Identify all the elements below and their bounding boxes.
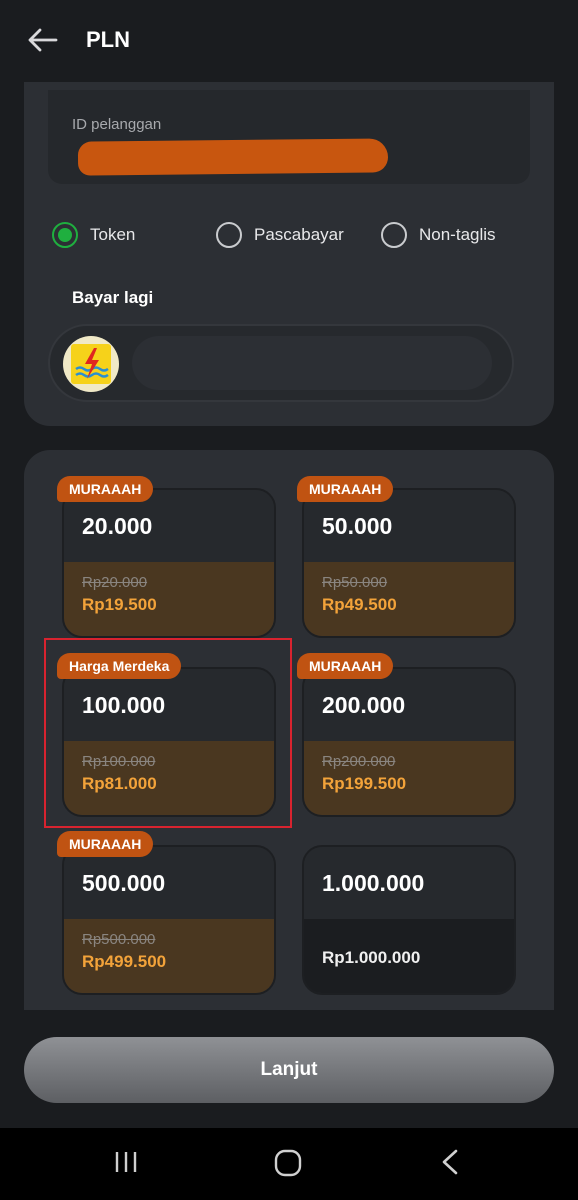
product-price-area: Rp50.000 Rp49.500 bbox=[304, 562, 514, 636]
radio-token-label: Token bbox=[90, 225, 136, 244]
discount-price: Rp199.500 bbox=[322, 774, 407, 793]
product-denomination: 500.000 bbox=[64, 847, 274, 919]
promo-badge: MURAAAH bbox=[57, 476, 154, 502]
arrow-left-icon[interactable] bbox=[26, 26, 58, 54]
recent-apps-icon[interactable] bbox=[112, 1148, 140, 1176]
customer-id-label: ID pelanggan bbox=[72, 116, 162, 133]
product-denomination: 200.000 bbox=[304, 669, 514, 741]
promo-badge: MURAAAH bbox=[297, 476, 394, 502]
customer-card: ID pelanggan Token Pascabayar Non-taglis… bbox=[24, 82, 554, 426]
product-tile-50000[interactable]: 50.000 Rp50.000 Rp49.500 bbox=[302, 488, 516, 638]
home-icon[interactable] bbox=[273, 1148, 303, 1178]
original-price: Rp50.000 bbox=[322, 574, 388, 591]
original-price: Rp20.000 bbox=[82, 574, 148, 591]
radio-unselected-icon bbox=[216, 222, 242, 248]
app-header: PLN bbox=[0, 0, 578, 82]
product-tile-500000[interactable]: 500.000 Rp500.000 Rp499.500 bbox=[62, 845, 276, 995]
product-price-area: Rp200.000 Rp199.500 bbox=[304, 741, 514, 815]
product-price: Rp1.000.000 bbox=[322, 948, 421, 967]
customer-id-field[interactable]: ID pelanggan bbox=[48, 90, 530, 184]
radio-non-taglis[interactable]: Non-taglis bbox=[381, 222, 496, 248]
product-tile-20000[interactable]: 20.000 Rp20.000 Rp19.500 bbox=[62, 488, 276, 638]
back-icon[interactable] bbox=[438, 1148, 462, 1176]
promo-badge: MURAAAH bbox=[57, 831, 154, 857]
original-price: Rp500.000 bbox=[82, 931, 156, 948]
discount-price: Rp19.500 bbox=[82, 595, 157, 614]
promo-badge: MURAAAH bbox=[297, 653, 394, 679]
system-nav-bar bbox=[0, 1128, 578, 1200]
radio-selected-icon bbox=[52, 222, 78, 248]
pay-again-details bbox=[132, 336, 492, 390]
redacted-customer-id bbox=[77, 138, 389, 176]
radio-non-taglis-label: Non-taglis bbox=[419, 225, 496, 244]
continue-button[interactable]: Lanjut bbox=[24, 1037, 554, 1103]
product-tile-1000000[interactable]: 1.000.000 Rp1.000.000 bbox=[302, 845, 516, 995]
radio-pascabayar-label: Pascabayar bbox=[254, 225, 344, 244]
product-price-area: Rp20.000 Rp19.500 bbox=[64, 562, 274, 636]
discount-price: Rp499.500 bbox=[82, 952, 167, 971]
pay-again-item[interactable] bbox=[48, 324, 514, 402]
highlight-annotation bbox=[44, 638, 292, 828]
original-price: Rp200.000 bbox=[322, 753, 396, 770]
product-denomination: 1.000.000 bbox=[304, 847, 514, 919]
pln-logo-icon bbox=[63, 336, 119, 392]
radio-unselected-icon bbox=[381, 222, 407, 248]
product-price-area: Rp500.000 Rp499.500 bbox=[64, 919, 274, 993]
pay-again-title: Bayar lagi bbox=[72, 288, 154, 307]
page-title: PLN bbox=[86, 27, 130, 52]
product-price-area: Rp1.000.000 bbox=[304, 919, 514, 993]
radio-token[interactable]: Token bbox=[52, 222, 135, 248]
radio-pascabayar[interactable]: Pascabayar bbox=[216, 222, 344, 248]
discount-price: Rp49.500 bbox=[322, 595, 397, 614]
product-tile-200000[interactable]: 200.000 Rp200.000 Rp199.500 bbox=[302, 667, 516, 817]
